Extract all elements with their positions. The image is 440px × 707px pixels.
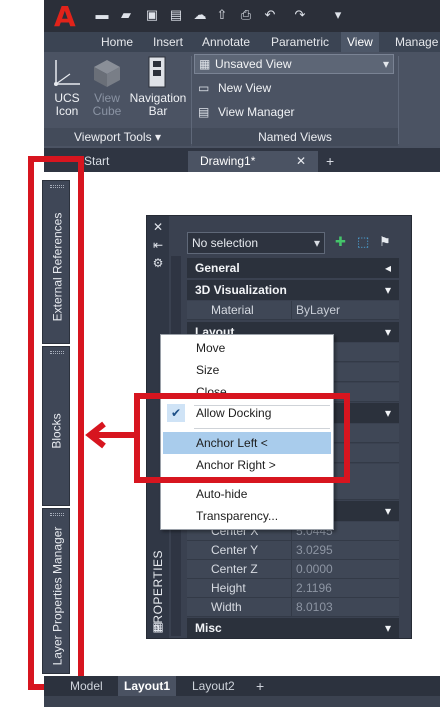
upload-icon[interactable]: ⇧ [214, 7, 230, 23]
tab-parametric[interactable]: Parametric [271, 32, 329, 52]
cloud-icon[interactable]: ☁ [192, 7, 208, 23]
category-general[interactable]: General ◂ [187, 258, 399, 278]
menu-item-size[interactable]: Size [163, 359, 331, 381]
select-objects-icon[interactable]: ⬚ [357, 234, 373, 250]
close-icon[interactable]: ✕ [151, 220, 165, 234]
menu-item-transparency[interactable]: Transparency... [163, 505, 331, 527]
property-row-width[interactable]: Width 8.0103 [187, 598, 399, 617]
menu-item-move[interactable]: Move [163, 337, 331, 359]
tab-home[interactable]: Home [101, 32, 133, 52]
tab-insert[interactable]: Insert [153, 32, 183, 52]
view-icon: ▦ [199, 57, 211, 71]
chevron-down-icon: ▾ [384, 325, 391, 339]
save-icon[interactable]: ▣ [144, 7, 160, 23]
navigation-bar-button[interactable]: Navigation Bar [128, 92, 188, 118]
status-bar [44, 696, 440, 707]
ribbon-tab-bar: Home Insert Annotate Parametric View Man… [44, 32, 440, 52]
ucs-axis-icon [54, 60, 80, 86]
file-tab-bar: Start Drawing1* ✕ + [44, 148, 440, 172]
new-tab-plus-icon[interactable]: + [326, 151, 334, 172]
category-3d-visualization[interactable]: 3D Visualization ▾ [187, 280, 399, 300]
redo-icon[interactable]: ↷ [292, 7, 308, 23]
close-icon[interactable]: ✕ [296, 151, 306, 172]
undo-icon[interactable]: ↶ [262, 7, 278, 23]
tab-view[interactable]: View [341, 32, 379, 52]
file-tab-start[interactable]: Start [84, 151, 109, 172]
property-row-height[interactable]: Height 2.1196 [187, 579, 399, 598]
plot-icon[interactable]: ⎙ [238, 7, 254, 23]
viewport-tools-panel-title[interactable]: Viewport Tools ▾ [44, 128, 191, 146]
property-row-material[interactable]: Material ByLayer [187, 301, 399, 320]
chevron-down-icon: ▾ [384, 283, 391, 297]
layout-tab-bar: Model Layout1 Layout2 + [44, 676, 440, 696]
palette-menu-icon[interactable]: ▦ [151, 620, 165, 634]
chevron-down-icon: ▾ [313, 236, 320, 250]
tab-manage[interactable]: Manage [395, 32, 438, 52]
quick-select-icon[interactable]: ⚑ [379, 234, 395, 250]
category-misc[interactable]: Misc ▾ [187, 618, 399, 638]
ucs-icon-button[interactable]: UCS Icon [50, 92, 84, 118]
new-view-icon: ▭ [198, 81, 210, 95]
autocad-logo-icon[interactable]: A [54, 3, 82, 31]
navigation-bar-icon [148, 56, 166, 88]
property-row-center-y[interactable]: Center Y 3.0295 [187, 541, 399, 560]
chevron-down-icon: ▾ [382, 57, 389, 71]
view-cube-button[interactable]: View Cube [90, 92, 124, 118]
tab-layout2[interactable]: Layout2 [192, 676, 235, 696]
palette-settings-icon[interactable]: ⚙ [151, 256, 165, 270]
menu-item-auto-hide[interactable]: Auto-hide [163, 483, 331, 505]
new-icon[interactable]: ▬ [94, 7, 110, 23]
highlight-box-menu [134, 393, 350, 483]
panel-divider [398, 56, 399, 144]
open-icon[interactable]: ▰ [118, 7, 134, 23]
tab-model[interactable]: Model [70, 676, 103, 696]
new-view-button[interactable]: ▭ New View [194, 78, 271, 98]
view-manager-icon: ▤ [198, 105, 210, 119]
file-tab-drawing1[interactable]: Drawing1* ✕ [188, 151, 318, 172]
chevron-down-icon: ▾ [154, 130, 161, 144]
toggle-pickadd-icon[interactable]: ✚ [335, 234, 351, 250]
chevron-left-icon: ◂ [384, 261, 391, 275]
chevron-down-icon: ▾ [384, 504, 391, 518]
red-arrow-icon [85, 421, 134, 449]
property-row-center-z[interactable]: Center Z 0.0000 [187, 560, 399, 579]
selection-dropdown[interactable]: No selection ▾ [187, 232, 325, 254]
tab-layout1[interactable]: Layout1 [118, 676, 177, 696]
named-view-select[interactable]: Unsaved View ▦ ▾ [194, 54, 394, 74]
customize-icon[interactable]: ▾ [330, 7, 346, 23]
title-bar: A ▬ ▰ ▣ ▤ ☁ ⇧ ⎙ ↶ ↷ ▾ [44, 0, 440, 32]
save-as-icon[interactable]: ▤ [168, 7, 184, 23]
new-layout-plus-icon[interactable]: + [256, 676, 264, 696]
tab-annotate[interactable]: Annotate [202, 32, 250, 52]
named-views-panel-title: Named Views [192, 128, 398, 146]
chevron-down-icon: ▾ [384, 621, 391, 635]
ribbon-panel-area: UCS Icon View Cube Navigation Bar Viewpo… [44, 52, 440, 148]
highlight-box-dock [28, 156, 84, 690]
auto-hide-icon[interactable]: ⇤ [151, 238, 165, 252]
view-cube-icon [94, 60, 120, 87]
chevron-down-icon: ▾ [384, 406, 391, 420]
view-manager-button[interactable]: ▤ View Manager [194, 102, 295, 122]
